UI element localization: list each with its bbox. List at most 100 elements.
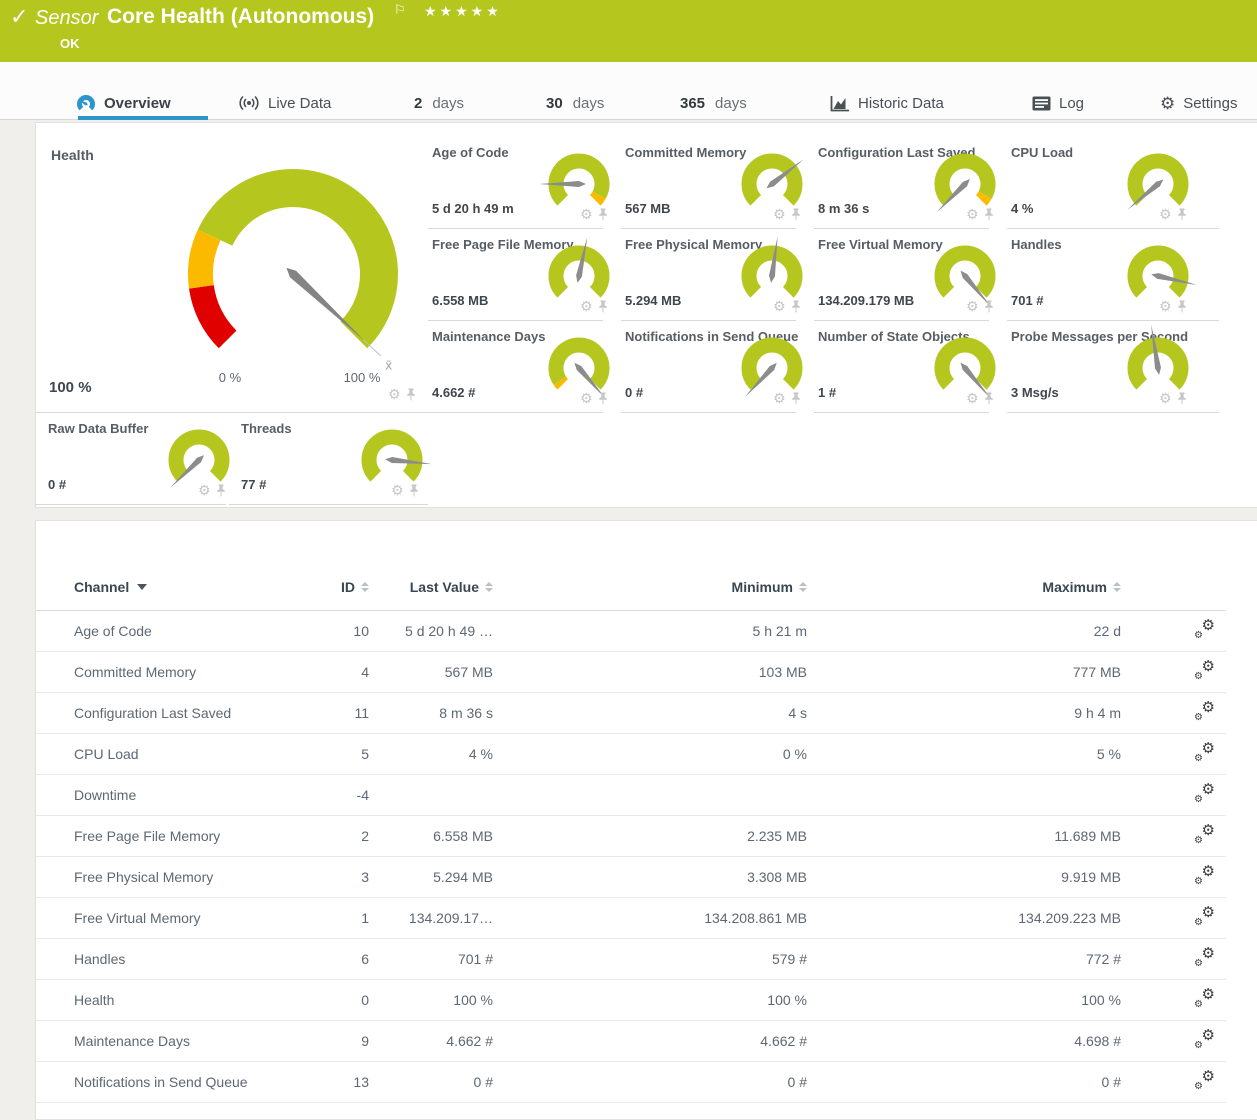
pin-icon[interactable] xyxy=(791,208,801,221)
tab-historic-data[interactable]: Historic Data xyxy=(830,91,944,115)
pin-icon[interactable] xyxy=(598,208,608,221)
tab-30-days[interactable]: 30days xyxy=(546,91,604,115)
tab-log[interactable]: Log xyxy=(1032,91,1084,115)
tab-live-data[interactable]: Live Data xyxy=(238,91,331,115)
gauge-cell-raw-data-buffer[interactable]: Raw Data Buffer0 #⚙ xyxy=(36,415,226,505)
cell-maximum: 134.209.223 MB xyxy=(807,910,1121,926)
gauge-cell-threads[interactable]: Threads77 #⚙ xyxy=(229,415,428,505)
sort-desc-icon[interactable] xyxy=(137,584,147,590)
channel-settings-icon[interactable]: ⚙⚙ xyxy=(1195,785,1215,803)
gauge-cell-handles[interactable]: Handles701 #⚙ xyxy=(1007,229,1219,321)
column-header-maximum[interactable]: Maximum xyxy=(807,579,1121,595)
cell-channel[interactable]: Notifications in Send Queue xyxy=(36,1074,324,1090)
column-header-channel[interactable]: Channel xyxy=(36,579,324,595)
gear-icon[interactable]: ⚙ xyxy=(391,483,404,497)
gear-icon[interactable]: ⚙ xyxy=(773,391,786,405)
gear-icon[interactable]: ⚙ xyxy=(773,207,786,221)
channel-settings-icon[interactable]: ⚙⚙ xyxy=(1195,1031,1215,1049)
channel-settings-icon[interactable]: ⚙⚙ xyxy=(1195,826,1215,844)
tab-label: Historic Data xyxy=(858,95,944,112)
pin-icon[interactable] xyxy=(791,300,801,313)
gauge-cell-number-of-state-objects[interactable]: Number of State Objects1 #⚙ xyxy=(814,321,989,413)
cell-channel[interactable]: CPU Load xyxy=(36,746,324,762)
gauge-cell-committed-memory[interactable]: Committed Memory567 MB⚙ xyxy=(621,137,796,229)
cell-channel[interactable]: Configuration Last Saved xyxy=(36,705,324,721)
gauge-cell-configuration-last-saved[interactable]: Configuration Last Saved8 m 36 s⚙ xyxy=(814,137,989,229)
gauge-scale-min: 0 % xyxy=(200,370,260,385)
cell-channel[interactable]: Health xyxy=(36,992,324,1008)
gauge-cell-cpu-load[interactable]: CPU Load4 %⚙ xyxy=(1007,137,1219,229)
cell-channel[interactable]: Downtime xyxy=(36,787,324,803)
pin-icon[interactable] xyxy=(1177,392,1187,405)
gauge-value: 6.558 MB xyxy=(432,293,488,308)
pin-icon[interactable] xyxy=(984,392,994,405)
cell-minimum: 0 % xyxy=(493,746,807,762)
channel-settings-icon[interactable]: ⚙⚙ xyxy=(1195,908,1215,926)
gauge-value: 77 # xyxy=(241,477,266,492)
pin-icon[interactable] xyxy=(598,300,608,313)
pin-icon[interactable] xyxy=(598,392,608,405)
gear-icon[interactable]: ⚙ xyxy=(1159,207,1172,221)
cell-minimum: 4 s xyxy=(493,705,807,721)
gauge-cell-free-virtual-memory[interactable]: Free Virtual Memory134.209.179 MB⚙ xyxy=(814,229,989,321)
sort-icons[interactable] xyxy=(485,582,493,592)
sort-icons[interactable] xyxy=(361,582,369,592)
gear-icon[interactable]: ⚙ xyxy=(966,207,979,221)
pin-icon[interactable] xyxy=(984,300,994,313)
column-header-last-value[interactable]: Last Value xyxy=(369,579,493,595)
gear-icon[interactable]: ⚙ xyxy=(198,483,211,497)
cell-id: 10 xyxy=(324,623,369,639)
column-header-minimum[interactable]: Minimum xyxy=(493,579,807,595)
flag-icon[interactable]: ⚐ xyxy=(394,2,406,18)
sort-icons[interactable] xyxy=(1113,582,1121,592)
channel-settings-icon[interactable]: ⚙⚙ xyxy=(1195,1072,1215,1090)
cell-channel[interactable]: Free Virtual Memory xyxy=(36,910,324,926)
cell-channel[interactable]: Handles xyxy=(36,951,324,967)
gauge-cell-free-page-file-memory[interactable]: Free Page File Memory6.558 MB⚙ xyxy=(428,229,603,321)
gear-icon[interactable]: ⚙ xyxy=(966,391,979,405)
channel-settings-icon[interactable]: ⚙⚙ xyxy=(1195,621,1215,639)
column-header-id[interactable]: ID xyxy=(324,579,369,595)
gear-icon[interactable]: ⚙ xyxy=(580,207,593,221)
pin-icon[interactable] xyxy=(1177,208,1187,221)
channel-settings-icon[interactable]: ⚙⚙ xyxy=(1195,949,1215,967)
gauge-cell-health[interactable]: Health x̄ 0 % 100 % 100 % ⚙ xyxy=(36,123,428,413)
tab-overview[interactable]: Overview xyxy=(76,91,171,115)
channel-settings-icon[interactable]: ⚙⚙ xyxy=(1195,990,1215,1008)
cell-channel[interactable]: Maintenance Days xyxy=(36,1033,324,1049)
gear-icon[interactable]: ⚙ xyxy=(580,299,593,313)
gauge-cell-notifications-in-send-queue[interactable]: Notifications in Send Queue0 #⚙ xyxy=(621,321,796,413)
gear-icon[interactable]: ⚙ xyxy=(1159,391,1172,405)
sort-icons[interactable] xyxy=(799,582,807,592)
gear-icon[interactable]: ⚙ xyxy=(1159,299,1172,313)
channel-settings-icon[interactable]: ⚙⚙ xyxy=(1195,703,1215,721)
cell-channel[interactable]: Free Page File Memory xyxy=(36,828,324,844)
gauge-cell-free-physical-memory[interactable]: Free Physical Memory5.294 MB⚙ xyxy=(621,229,796,321)
cell-channel[interactable]: Committed Memory xyxy=(36,664,324,680)
tab-365-days[interactable]: 365days xyxy=(680,91,747,115)
gauge-cell-probe-messages-per-second[interactable]: Probe Messages per Second3 Msg/s⚙ xyxy=(1007,321,1219,413)
priority-stars[interactable]: ★★★★★ xyxy=(424,3,502,20)
tab-settings[interactable]: ⚙Settings xyxy=(1160,91,1237,115)
channel-settings-icon[interactable]: ⚙⚙ xyxy=(1195,867,1215,885)
health-gauge-dial: x̄ xyxy=(156,148,426,383)
cell-channel[interactable]: Free Physical Memory xyxy=(36,869,324,885)
channel-settings-icon[interactable]: ⚙⚙ xyxy=(1195,744,1215,762)
cell-channel[interactable]: Age of Code xyxy=(36,623,324,639)
gauge-cell-maintenance-days[interactable]: Maintenance Days4.662 #⚙ xyxy=(428,321,603,413)
channels-table: ChannelIDLast ValueMinimumMaximum Age of… xyxy=(36,563,1226,1103)
channel-settings-icon[interactable]: ⚙⚙ xyxy=(1195,662,1215,680)
table-row-handles: Handles6701 #579 #772 #⚙⚙ xyxy=(36,939,1226,980)
pin-icon[interactable] xyxy=(216,484,226,497)
gear-icon[interactable]: ⚙ xyxy=(388,387,401,401)
pin-icon[interactable] xyxy=(984,208,994,221)
tab-2-days[interactable]: 2days xyxy=(414,91,464,115)
pin-icon[interactable] xyxy=(409,484,419,497)
pin-icon[interactable] xyxy=(791,392,801,405)
gauge-cell-age-of-code[interactable]: Age of Code5 d 20 h 49 m⚙ xyxy=(428,137,603,229)
gear-icon[interactable]: ⚙ xyxy=(773,299,786,313)
gear-icon[interactable]: ⚙ xyxy=(966,299,979,313)
pin-icon[interactable] xyxy=(1177,300,1187,313)
gear-icon[interactable]: ⚙ xyxy=(580,391,593,405)
pin-icon[interactable] xyxy=(406,388,416,401)
